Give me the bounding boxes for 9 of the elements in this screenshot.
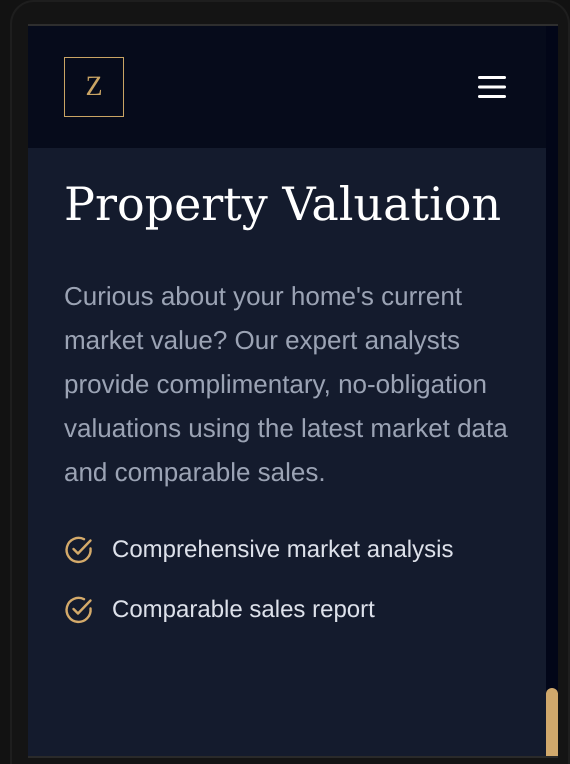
scrollbar-thumb[interactable] [546,688,558,756]
menu-icon[interactable] [478,75,506,99]
section-description: Curious about your home's current market value? Our expert analysts provide complimentary, no-obligation valuations using the latest market data and comparable sales. [64,280,509,489]
check-circle-icon [64,595,94,625]
check-circle-icon [64,535,94,565]
feature-label: Comprehensive market analysis [112,536,454,564]
feature-label: Comparable sales report [112,596,375,624]
logo[interactable]: Z [64,57,124,117]
section-title: Property Valuation [64,176,502,232]
